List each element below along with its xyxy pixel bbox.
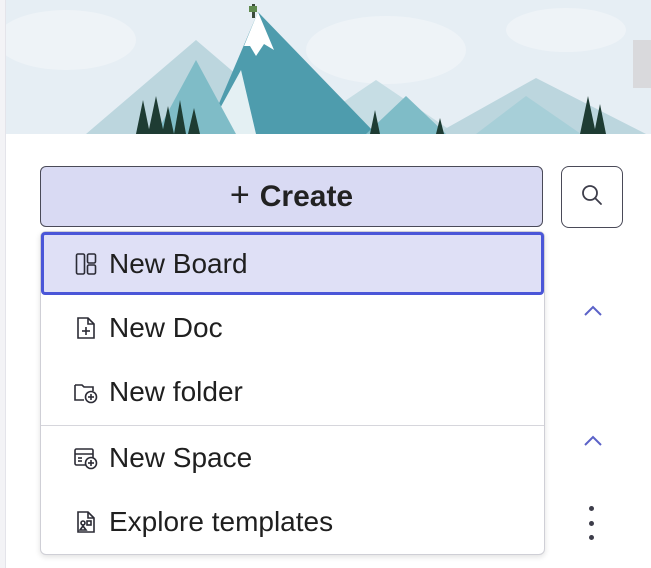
menu-item-label: Explore templates — [109, 506, 334, 537]
search-icon — [580, 183, 604, 212]
doc-icon — [73, 315, 99, 341]
search-button[interactable] — [561, 166, 623, 228]
banner-scrollbar-thumb[interactable] — [633, 40, 651, 88]
templates-icon — [73, 509, 99, 535]
create-button[interactable]: + Create — [40, 166, 543, 227]
more-options-button[interactable] — [580, 506, 602, 540]
space-add-icon — [73, 445, 99, 471]
menu-item-new-folder[interactable]: New folder — [41, 360, 544, 424]
kebab-icon-dot — [588, 520, 594, 526]
menu-item-label: New Space — [109, 442, 253, 473]
chevron-up-icon — [584, 435, 602, 446]
menu-item-label: New folder — [109, 376, 243, 407]
section-collapse-chevron-2[interactable] — [578, 429, 608, 453]
board-icon — [73, 251, 99, 277]
plus-icon: + — [229, 175, 250, 214]
section-collapse-chevron-1[interactable] — [578, 299, 608, 323]
menu-item-new-board[interactable]: New Board — [41, 232, 544, 295]
create-button-label: Create — [259, 179, 354, 213]
menu-item-label: New Board — [109, 247, 248, 279]
create-dropdown-menu: New Board New Doc New folder New Space E… — [40, 231, 545, 555]
menu-item-label: New Doc — [109, 312, 223, 343]
menu-item-new-space[interactable]: New Space — [41, 426, 544, 490]
kebab-icon-dot — [588, 506, 594, 511]
header-banner-illustration — [6, 0, 651, 134]
menu-item-explore-templates[interactable]: Explore templates — [41, 490, 544, 554]
kebab-icon-dot — [588, 535, 594, 540]
menu-item-new-doc[interactable]: New Doc — [41, 296, 544, 360]
chevron-up-icon — [584, 305, 602, 316]
folder-add-icon — [73, 379, 99, 405]
